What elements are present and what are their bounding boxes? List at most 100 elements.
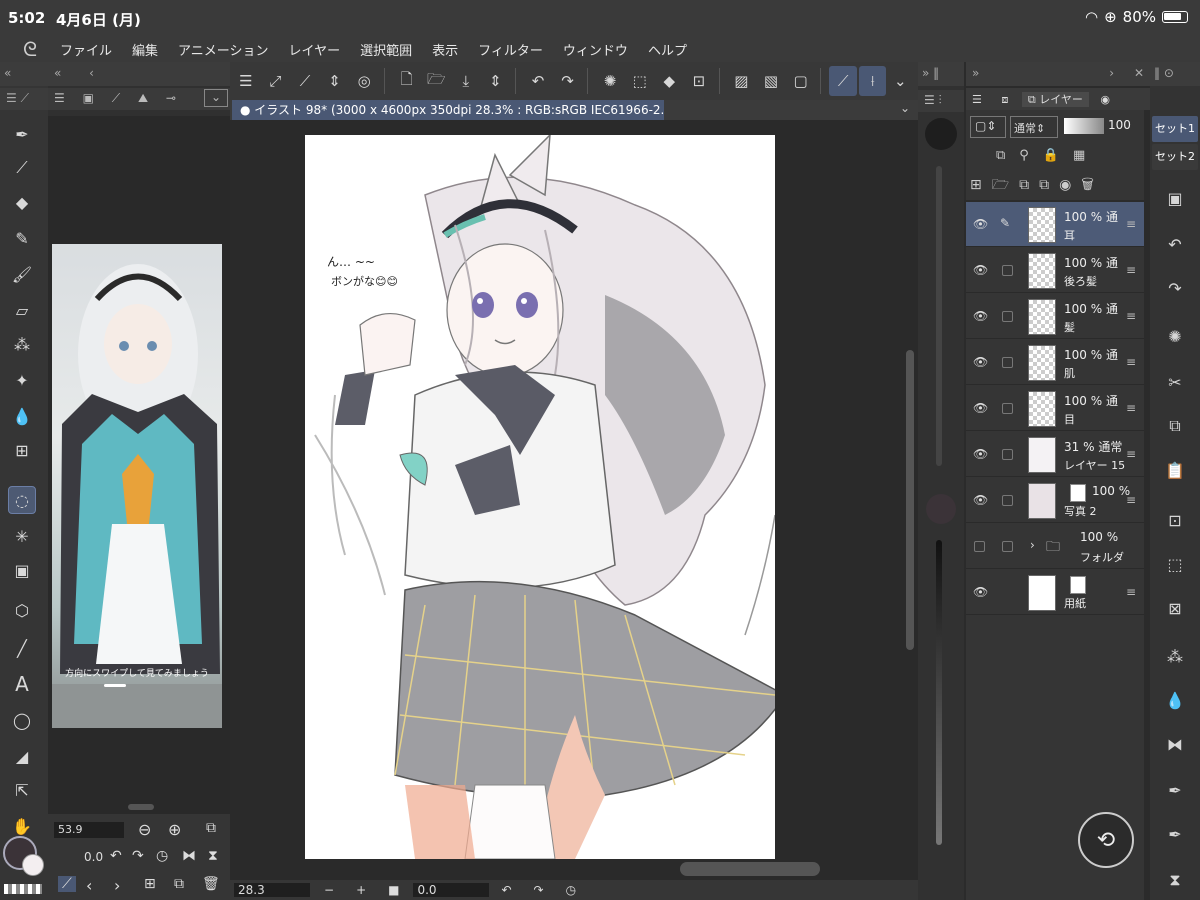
layer-action-icons[interactable]: ⊞🗁⧉⧉◉🗑 bbox=[970, 174, 1104, 198]
panel-scroll-handle[interactable] bbox=[128, 804, 154, 810]
layer-menu-icon[interactable]: ≡ bbox=[1126, 493, 1136, 507]
eraser-tool-icon[interactable]: ▱ bbox=[8, 296, 36, 324]
selection-border-icon[interactable]: ▢ bbox=[787, 66, 815, 96]
layer-checkbox[interactable] bbox=[1002, 403, 1013, 414]
fill-strip-icon[interactable]: ⁂ bbox=[1160, 642, 1190, 670]
grid-tool-icon[interactable]: ⊞ bbox=[8, 436, 36, 464]
cut-icon[interactable]: ✂ bbox=[1160, 368, 1190, 396]
back-icon[interactable]: ‹ bbox=[89, 66, 94, 80]
collapse-layers-icon[interactable]: » bbox=[972, 66, 979, 80]
layer-row[interactable]: 👁 100 % 通 後ろ髪 ≡ bbox=[966, 248, 1144, 293]
opacity-value[interactable]: 100 bbox=[1108, 118, 1131, 132]
loading-icon[interactable]: ✺ bbox=[596, 66, 624, 96]
gradient-tool-icon[interactable]: ▣ bbox=[8, 556, 36, 584]
color-panel-menu-icon[interactable]: ☰ ⫶ bbox=[918, 90, 964, 112]
layer-row[interactable]: 👁 31 % 通常 レイヤー 15 ≡ bbox=[966, 432, 1144, 477]
folder-expand-icon[interactable]: › bbox=[1030, 538, 1035, 552]
layer-checkbox[interactable] bbox=[1002, 495, 1013, 506]
sub-color-swatch[interactable] bbox=[22, 854, 44, 876]
copy-icon[interactable]: ⧉ bbox=[1160, 412, 1190, 440]
layer-menu-icon[interactable]: ≡ bbox=[1126, 585, 1136, 599]
layer-menu-icon[interactable]: ≡ bbox=[1126, 217, 1136, 231]
fit-icon[interactable]: ⧉ bbox=[206, 820, 216, 836]
layer-menu-icon[interactable]: ≡ bbox=[1126, 309, 1136, 323]
panel-menu-icon[interactable]: ☰ bbox=[54, 91, 65, 105]
fill-selection-icon[interactable]: ◆ bbox=[655, 66, 683, 96]
zoom-minus-icon[interactable]: − bbox=[324, 883, 334, 897]
brush-snap-icon[interactable]: ⟊ bbox=[858, 66, 887, 96]
mountain-tab-icon[interactable]: ⛰ bbox=[138, 91, 148, 105]
layer-row[interactable]: 👁 100 % 通 肌 ≡ bbox=[966, 340, 1144, 385]
layer-row[interactable]: 👁 100 % 通 目 ≡ bbox=[966, 386, 1144, 431]
layer-lock-icons[interactable]: ⧉⚲🔒▦ bbox=[996, 148, 1099, 163]
rotate-right-icon[interactable]: ↷ bbox=[132, 848, 144, 864]
layer-checkbox[interactable] bbox=[1002, 357, 1013, 368]
transparent-color-icon[interactable] bbox=[4, 884, 42, 894]
airbrush-tool-icon[interactable]: ⁂ bbox=[8, 330, 36, 358]
pen-strip-2-icon[interactable]: ✒ bbox=[1160, 820, 1190, 848]
lasso-tool-icon[interactable]: ◌ bbox=[8, 486, 36, 514]
set-2-button[interactable]: セット2 bbox=[1152, 144, 1198, 170]
add-image-icon[interactable]: ⧉ bbox=[174, 876, 184, 892]
ruler-snap-icon[interactable]: ⟋ bbox=[829, 66, 857, 96]
prev-icon[interactable]: ‹ bbox=[86, 876, 92, 895]
toolbar-dropdown-icon[interactable]: ⌄ bbox=[886, 66, 914, 96]
menu-file[interactable]: ファイル bbox=[60, 40, 112, 59]
visibility-eye-icon[interactable]: 👁 bbox=[973, 401, 988, 415]
flip-icon[interactable]: ⧓ bbox=[1160, 730, 1190, 758]
layer-row[interactable]: › 🗀 100 % フォルダ bbox=[966, 524, 1144, 569]
rotate-left-icon[interactable]: ↶ bbox=[110, 848, 122, 864]
pen-strip-icon[interactable]: ✒ bbox=[1160, 776, 1190, 804]
strip-header[interactable]: ‖ ⊙ bbox=[1150, 62, 1200, 86]
visibility-eye-icon[interactable]: 👁 bbox=[973, 493, 988, 507]
sub-tool-tab-icon[interactable]: ⟋ bbox=[112, 91, 120, 105]
spinner-icon[interactable]: ✺ bbox=[1160, 322, 1190, 350]
menu-filter[interactable]: フィルター bbox=[478, 40, 543, 59]
zoom-plus-icon[interactable]: + bbox=[356, 883, 366, 897]
layer-checkbox[interactable] bbox=[1002, 541, 1013, 552]
redo-strip-icon[interactable]: ↷ bbox=[1160, 274, 1190, 302]
transform-strip-icon[interactable]: ⊡ bbox=[1160, 506, 1190, 534]
opacity-slider[interactable] bbox=[1064, 118, 1104, 134]
tab-dropdown-icon[interactable]: ⌄ bbox=[900, 101, 910, 115]
reset-rotation-icon[interactable]: ◷ bbox=[156, 848, 168, 864]
rotate-ccw-icon[interactable]: ↶ bbox=[501, 883, 511, 897]
zoom-value[interactable]: 28.3 bbox=[234, 883, 310, 897]
menu-icon[interactable]: ☰ bbox=[232, 66, 260, 96]
redo-icon[interactable]: ↷ bbox=[554, 66, 582, 96]
save-icon[interactable]: ⤓ bbox=[452, 66, 480, 96]
set-1-button[interactable]: セット1 bbox=[1152, 116, 1198, 142]
layer-checkbox[interactable] bbox=[1002, 311, 1013, 322]
layer-menu-icon[interactable]: ≡ bbox=[1126, 263, 1136, 277]
trash-icon[interactable]: 🗑 bbox=[202, 876, 220, 892]
grid-icon[interactable]: ⊞ bbox=[144, 876, 156, 892]
fit-page-icon[interactable]: ■ bbox=[388, 883, 399, 897]
rotate-cw-icon[interactable]: ↷ bbox=[534, 883, 544, 897]
stepper-icon[interactable]: ⇕ bbox=[321, 66, 349, 96]
vertical-scrollbar[interactable] bbox=[906, 350, 914, 650]
hue-slider[interactable] bbox=[936, 166, 942, 466]
move-tool-icon[interactable]: ⇱ bbox=[8, 776, 36, 804]
next-icon[interactable]: › bbox=[114, 876, 120, 895]
menu-layer[interactable]: レイヤー bbox=[289, 40, 341, 59]
mesh-transform-icon[interactable]: ⊠ bbox=[1160, 594, 1190, 622]
palette-menu-icon[interactable]: ☰ ⟋ bbox=[0, 88, 48, 110]
menu-view[interactable]: 表示 bbox=[432, 40, 458, 59]
reference-image[interactable]: 方向にスワイプして見てみましょう bbox=[52, 244, 222, 728]
canvas-area[interactable]: ん… ~~ ボンがな😊😊 bbox=[230, 120, 918, 880]
line-tool-icon[interactable]: ╱ bbox=[8, 634, 36, 662]
menu-window[interactable]: ウィンドウ bbox=[563, 40, 628, 59]
canvas-paper[interactable]: ん… ~~ ボンがな😊😊 bbox=[305, 135, 775, 859]
layer-menu-icon[interactable]: ≡ bbox=[1126, 447, 1136, 461]
tab-layers[interactable]: ⧉ レイヤー bbox=[1021, 92, 1089, 107]
fill-tool-icon[interactable]: ◆ bbox=[8, 188, 36, 216]
tab-layer-property-icon[interactable]: ⧈ bbox=[1001, 93, 1008, 106]
app-logo-icon[interactable]: ᘓ bbox=[0, 37, 60, 61]
navigator-tab-icon[interactable]: ▣ bbox=[83, 91, 94, 105]
balloon-tool-icon[interactable]: ◯ bbox=[8, 706, 36, 734]
magic-wand-tool-icon[interactable]: ✳ bbox=[8, 522, 36, 550]
visibility-eye-icon[interactable]: 👁 bbox=[973, 263, 988, 277]
blend-mode-select[interactable]: 通常⇕ bbox=[1010, 116, 1058, 138]
blend-tool-icon[interactable]: 💧 bbox=[8, 402, 36, 430]
flip-vertical-icon[interactable]: ⧗ bbox=[208, 848, 218, 864]
